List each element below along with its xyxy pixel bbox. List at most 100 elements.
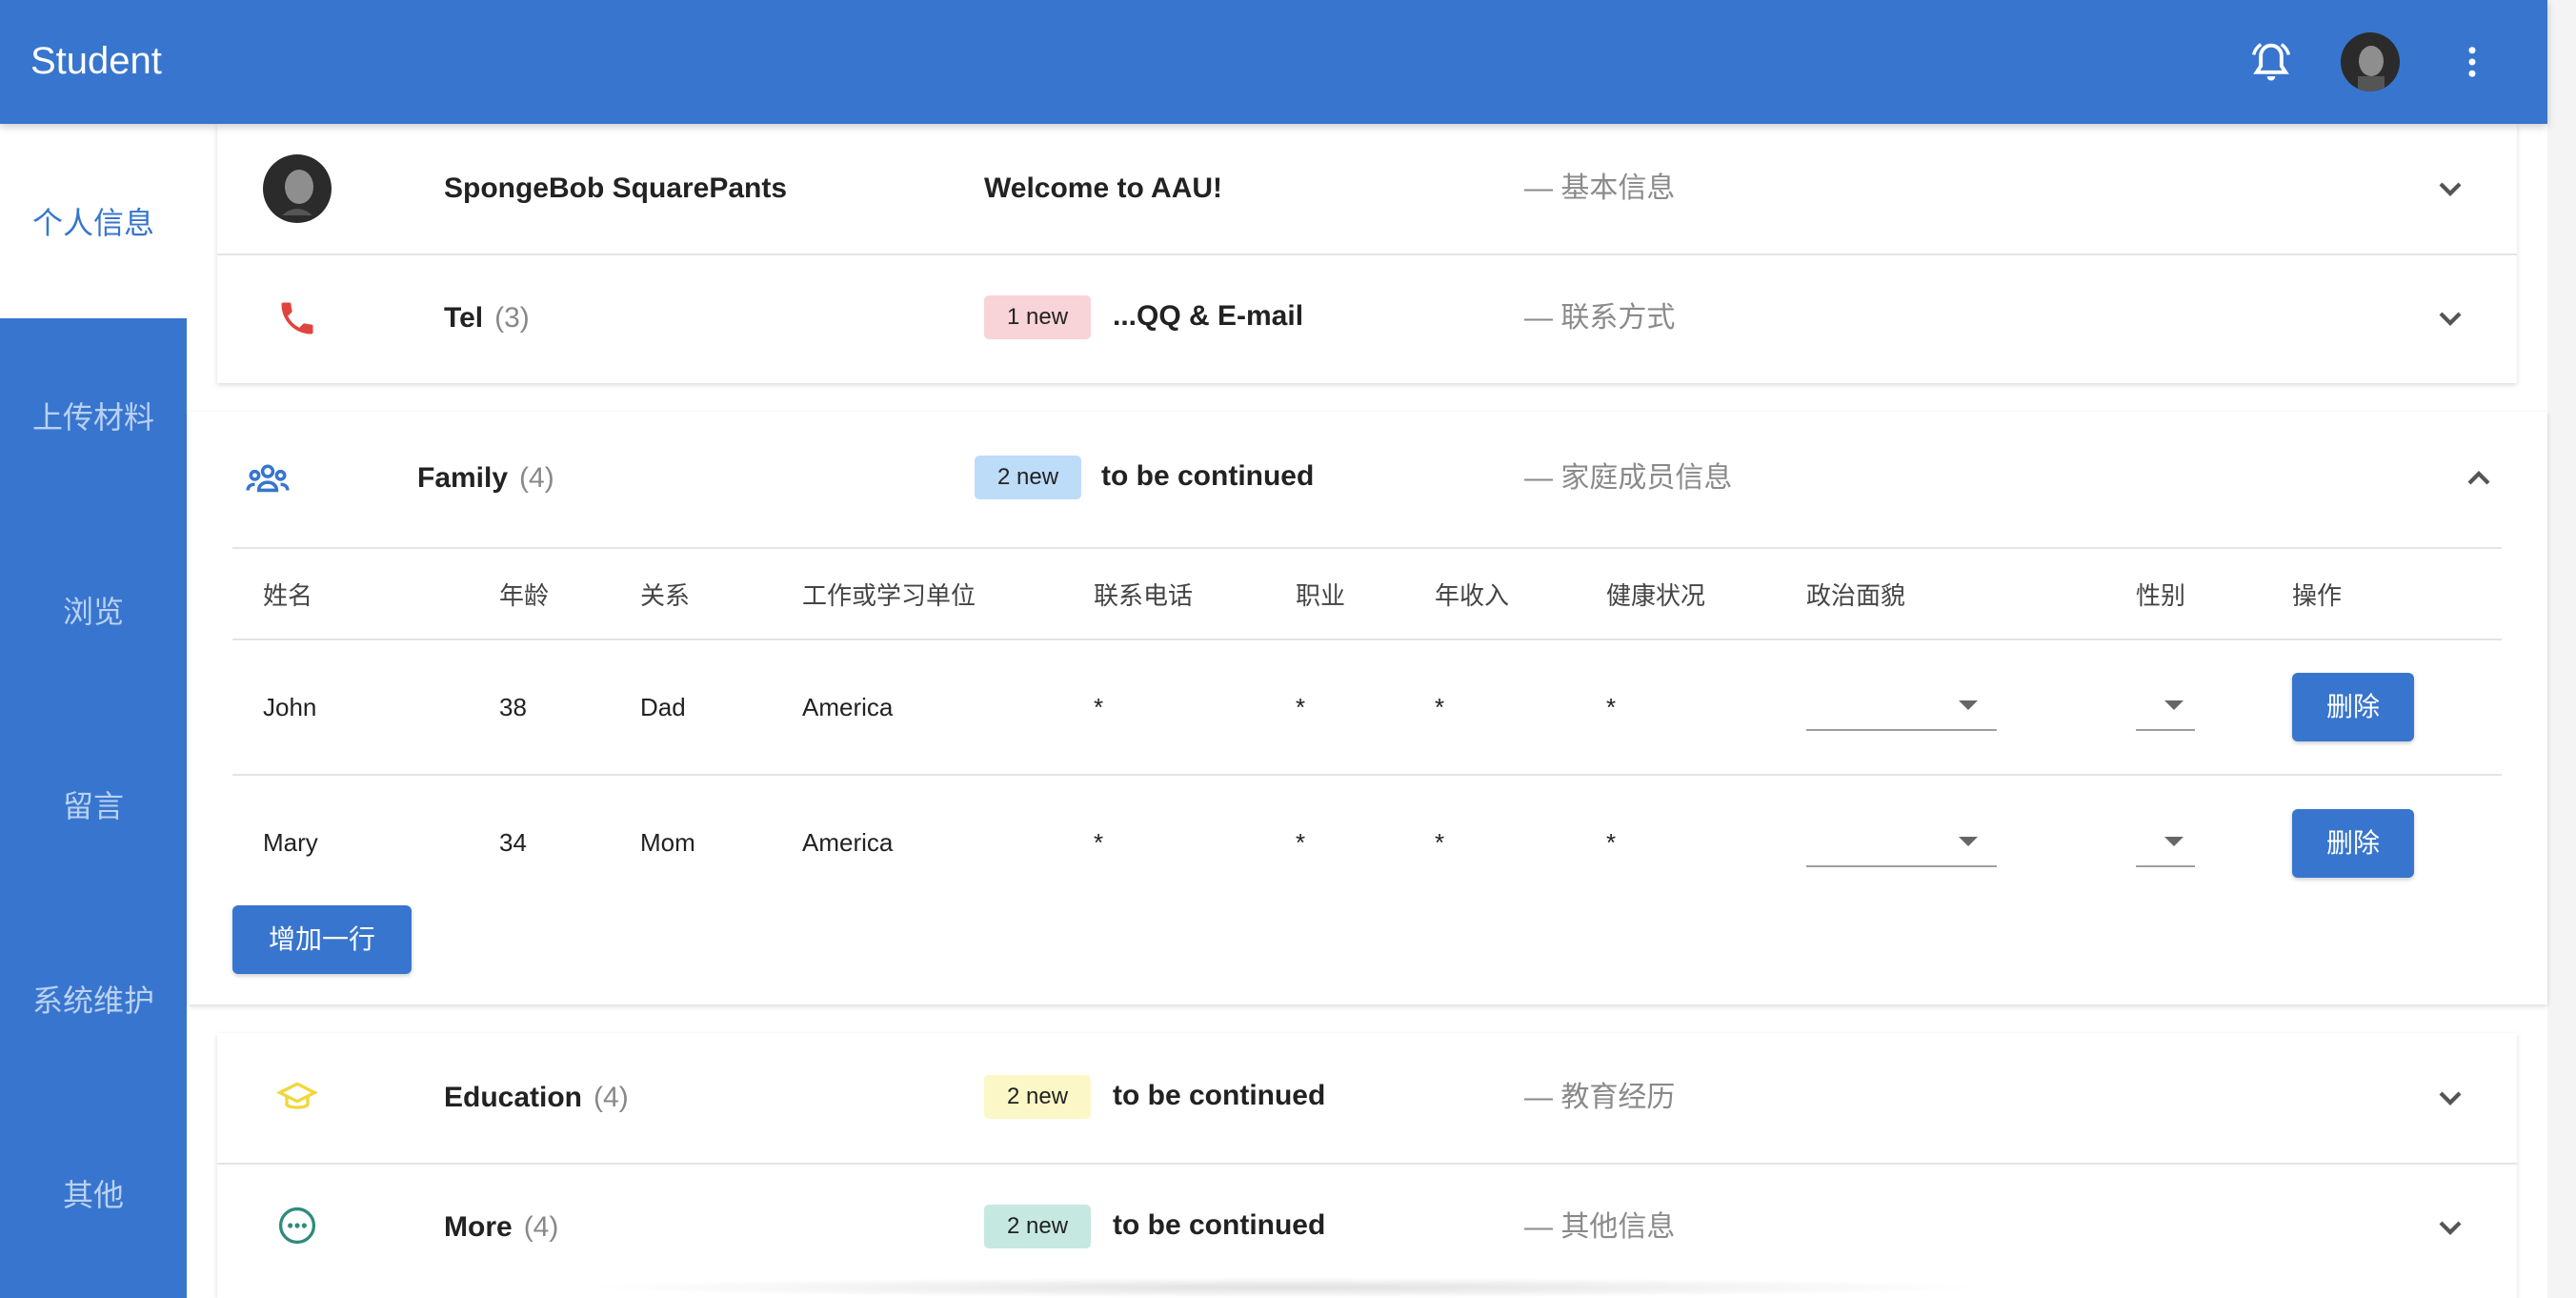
political-select[interactable] <box>1806 683 1997 731</box>
family-label: Family <box>417 462 509 494</box>
cell-income: * <box>1435 828 1445 857</box>
app-title: Student <box>30 40 162 82</box>
more-vert-icon[interactable] <box>2452 42 2492 82</box>
user-avatar[interactable] <box>2341 32 2400 91</box>
education-label: Education <box>444 1082 583 1113</box>
education-name: Education (4) <box>444 1079 629 1117</box>
caret-down-icon <box>2164 700 2184 710</box>
chevron-down-icon[interactable] <box>2431 299 2469 337</box>
col-header-job: 职业 <box>1265 547 1404 640</box>
col-header-action: 操作 <box>2262 547 2502 640</box>
family-message: to be continued <box>1101 460 1315 492</box>
tel-name: Tel (3) <box>444 299 530 337</box>
basic-message: Welcome to AAU! <box>984 172 1223 204</box>
add-row-button[interactable]: 增加一行 <box>232 905 412 974</box>
tel-count: (3) <box>494 302 530 334</box>
gender-select[interactable] <box>2136 820 2195 867</box>
tel-row[interactable]: Tel (3) 1 new ...QQ & E-mail — 联系方式 <box>217 255 2517 383</box>
education-message: to be continued <box>1113 1080 1326 1111</box>
cell-name: Mary <box>263 828 318 857</box>
more-badge: 2 new <box>984 1205 1092 1248</box>
cell-action: 删除 <box>2262 639 2502 776</box>
political-select[interactable] <box>1806 820 1997 867</box>
cell-name: John <box>232 639 469 776</box>
top-app-bar: Student <box>0 0 2547 124</box>
gender-select[interactable] <box>2136 683 2195 731</box>
col-header-name: 姓名 <box>232 547 469 640</box>
family-desc: — 家庭成员信息 <box>1524 462 1733 494</box>
caret-down-icon <box>1959 836 1978 846</box>
more-desc: — 其他信息 <box>1524 1211 1676 1243</box>
chevron-down-icon[interactable] <box>2431 1079 2469 1117</box>
sidebar-item-personal-info[interactable]: 个人信息 <box>0 124 187 318</box>
family-table: 姓名 年龄 关系 工作或学习单位 联系电话 职业 年收入 健康状况 政治面貌 性… <box>232 547 2502 910</box>
family-row[interactable]: Family (4) 2 new to be continued — 家庭成员信息 <box>189 412 2547 545</box>
col-header-health: 健康状况 <box>1576 547 1776 640</box>
delete-button[interactable]: 删除 <box>2292 808 2414 878</box>
cell-gender <box>2105 775 2262 910</box>
col-header-phone: 联系电话 <box>1063 547 1265 640</box>
sidebar-item-other[interactable]: 其他 <box>0 1096 187 1290</box>
education-count: (4) <box>594 1082 629 1113</box>
tel-badge: 1 new <box>984 295 1092 339</box>
cell-age: 38 <box>469 639 610 776</box>
delete-button[interactable]: 删除 <box>2292 673 2414 741</box>
caret-down-icon <box>2164 836 2184 846</box>
cell-age: 34 <box>499 828 527 857</box>
sidebar-item-browse[interactable]: 浏览 <box>0 513 187 707</box>
people-icon <box>246 464 290 493</box>
sidebar-item-messages[interactable]: 留言 <box>0 707 187 902</box>
cell-unit: America <box>802 828 894 857</box>
sidebar-nav: 个人信息 上传材料 浏览 留言 系统维护 其他 <box>0 124 187 1298</box>
col-header-relation: 关系 <box>610 547 772 640</box>
education-badge: 2 new <box>984 1075 1092 1119</box>
family-count: (4) <box>519 462 554 494</box>
cell-relation: Dad <box>610 639 772 776</box>
family-panel: Family (4) 2 new to be continued — 家庭成员信息… <box>189 412 2547 1004</box>
education-more-panel: Education (4) 2 new to be continued — 教育经… <box>217 1033 2517 1298</box>
phone-icon <box>281 302 313 335</box>
more-label: More <box>444 1211 513 1243</box>
cell-political <box>1776 775 2105 910</box>
sidebar-item-upload[interactable]: 上传材料 <box>0 318 187 513</box>
chevron-down-icon[interactable] <box>2431 170 2469 208</box>
table-header-row: 姓名 年龄 关系 工作或学习单位 联系电话 职业 年收入 健康状况 政治面貌 性… <box>232 547 2502 640</box>
education-row[interactable]: Education (4) 2 new to be continued — 教育经… <box>217 1033 2517 1163</box>
chevron-down-icon[interactable] <box>2431 1208 2469 1247</box>
cell-action: 删除 <box>2262 775 2502 910</box>
bell-icon[interactable] <box>2246 37 2296 87</box>
col-header-political: 政治面貌 <box>1776 547 2105 640</box>
cell-health: * <box>1576 639 1776 776</box>
tel-label: Tel <box>444 302 484 334</box>
cell-political <box>1776 639 2105 776</box>
cell-health: * <box>1606 828 1617 857</box>
cell-relation: Mom <box>640 828 695 857</box>
cell-gender <box>2105 639 2262 776</box>
cell-phone: * <box>1063 639 1265 776</box>
col-header-gender: 性别 <box>2105 547 2262 640</box>
basic-desc: — 基本信息 <box>1524 172 1676 204</box>
col-header-unit: 工作或学习单位 <box>772 547 1063 640</box>
graduation-cap-icon <box>276 1082 318 1109</box>
more-count: (4) <box>523 1211 559 1243</box>
cell-unit: America <box>772 639 1063 776</box>
bottom-shadow <box>572 1277 2001 1298</box>
tel-desc: — 联系方式 <box>1524 302 1676 334</box>
col-header-age: 年龄 <box>469 547 610 640</box>
education-desc: — 教育经历 <box>1524 1082 1676 1113</box>
caret-down-icon <box>1959 700 1978 710</box>
cell-job: * <box>1265 639 1404 776</box>
cell-phone: * <box>1094 828 1104 857</box>
more-name: More (4) <box>444 1208 558 1247</box>
table-row: John 38 Dad America * * * * 删除 <box>232 639 2502 776</box>
profile-name: SpongeBob SquarePants <box>444 172 788 204</box>
profile-avatar <box>263 154 332 223</box>
sidebar-item-maintenance[interactable]: 系统维护 <box>0 902 187 1096</box>
col-header-income: 年收入 <box>1404 547 1576 640</box>
more-message: to be continued <box>1113 1209 1326 1241</box>
app-root: Student 个人信息 上传材料 浏览 留言 系统维护 其他 SpongeBo… <box>0 0 2576 1298</box>
chevron-up-icon[interactable] <box>2460 459 2498 497</box>
basic-info-row[interactable]: SpongeBob SquarePants Welcome to AAU! — … <box>217 124 2517 254</box>
family-name: Family (4) <box>417 459 554 497</box>
family-badge: 2 new <box>975 456 1082 499</box>
